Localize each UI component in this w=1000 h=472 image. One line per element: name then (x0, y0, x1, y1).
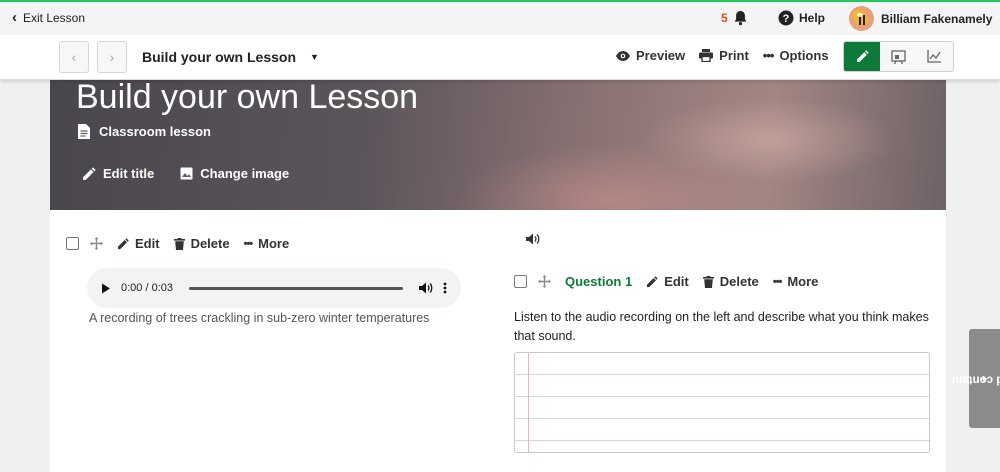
lesson-toolbar: ‹ › Build your own Lesson ▼ Preview Prin… (0, 35, 1000, 80)
ellipsis-icon: ••• (762, 48, 775, 63)
lesson-title: Build your own Lesson (142, 49, 297, 65)
audio-block-checkbox[interactable] (66, 237, 79, 250)
add-content-text: Add content (950, 372, 1000, 385)
present-icon (891, 49, 906, 64)
audio-player: 0:00 / 0:03 (87, 268, 461, 308)
lesson-title-dropdown[interactable]: Build your own Lesson ▼ (142, 49, 319, 65)
edit-title-label: Edit title (103, 166, 155, 181)
audio-more-button[interactable]: ••• More (244, 236, 290, 251)
notification-count-badge: 5 (721, 11, 728, 25)
print-label: Print (719, 48, 749, 63)
ellipsis-icon: ••• (243, 237, 254, 250)
question-delete-label: Delete (719, 274, 759, 289)
help-circle-icon: ? (778, 10, 794, 26)
help-label: Help (799, 11, 826, 25)
change-image-label: Change image (200, 166, 290, 181)
question-more-label: More (787, 274, 819, 289)
exit-lesson-link[interactable]: ‹ Exit Lesson (12, 9, 86, 26)
forward-button[interactable]: › (97, 41, 127, 73)
move-handle-icon[interactable] (538, 275, 551, 288)
audio-edit-label: Edit (135, 236, 160, 251)
printer-icon (699, 49, 714, 62)
audio-progress-bar[interactable] (189, 286, 403, 290)
move-handle-icon[interactable] (90, 237, 103, 250)
top-bar: ‹ Exit Lesson 5 ? Help Billiam Fakenamel… (0, 0, 1000, 35)
lesson-hero-banner: Build your own Lesson Classroom lesson E… (50, 80, 946, 210)
audio-edit-button[interactable]: Edit (117, 236, 160, 251)
add-content-tab[interactable]: + Add content (951, 329, 1000, 428)
question-block-checkbox[interactable] (514, 275, 527, 288)
chevron-right-icon: › (109, 49, 115, 65)
present-mode-button[interactable] (880, 42, 916, 71)
audio-block-actions: Edit Delete ••• More (66, 236, 289, 251)
exit-lesson-label: Exit Lesson (23, 11, 86, 25)
mode-switcher (843, 41, 954, 72)
image-icon (180, 167, 193, 180)
lesson-type: Classroom lesson (78, 124, 211, 139)
analytics-mode-button[interactable] (917, 42, 953, 71)
bee-icon (854, 12, 869, 25)
options-label: Options (779, 48, 829, 63)
options-button[interactable]: ••• Options (763, 48, 829, 63)
answer-input-area[interactable] (514, 352, 930, 453)
pencil-icon (117, 237, 129, 249)
kebab-menu-icon[interactable] (443, 282, 447, 294)
document-icon (78, 124, 90, 139)
trash-icon (702, 275, 714, 288)
audio-time-display: 0:00 / 0:03 (121, 282, 173, 294)
question-number-label: Question 1 (565, 274, 633, 289)
avatar (849, 6, 874, 31)
ellipsis-icon: ••• (772, 275, 783, 288)
question-delete-button[interactable]: Delete (702, 274, 759, 289)
add-content-label: + Add content (951, 373, 1000, 385)
audio-delete-label: Delete (190, 236, 230, 251)
user-menu[interactable]: Billiam Fakenamely (849, 6, 992, 31)
edit-title-button[interactable]: Edit title (82, 166, 154, 181)
pencil-icon (83, 166, 96, 180)
lesson-content: Edit Delete ••• More 0:00 / 0:03 A recor… (50, 210, 946, 472)
lesson-type-label: Classroom lesson (99, 124, 211, 139)
play-icon[interactable] (101, 283, 111, 294)
audio-caption: A recording of trees crackling in sub-ze… (89, 311, 430, 325)
edit-mode-button[interactable] (844, 42, 881, 71)
change-image-button[interactable]: Change image (180, 166, 289, 181)
bell-icon (734, 11, 747, 26)
question-text: Listen to the audio recording on the lef… (514, 310, 929, 343)
notifications-button[interactable]: 5 (721, 10, 748, 26)
question-more-button[interactable]: ••• More (773, 274, 819, 289)
caret-down-icon: ▼ (310, 52, 319, 62)
audio-delete-button[interactable]: Delete (173, 236, 230, 251)
svg-text:?: ? (783, 13, 790, 25)
chart-icon (927, 50, 942, 63)
preview-label: Preview (636, 48, 686, 63)
preview-button[interactable]: Preview (616, 48, 685, 63)
chevron-left-icon: ‹ (71, 49, 77, 65)
speaker-icon[interactable] (526, 233, 540, 245)
user-name: Billiam Fakenamely (881, 11, 993, 26)
trash-icon (173, 237, 185, 250)
chevron-left-icon: ‹ (12, 9, 17, 26)
question-edit-button[interactable]: Edit (646, 274, 689, 289)
pencil-icon (856, 50, 869, 62)
volume-icon[interactable] (419, 282, 433, 294)
pencil-icon (647, 275, 658, 287)
question-block-actions: Question 1 Edit Delete ••• More (514, 274, 818, 289)
back-button[interactable]: ‹ (59, 41, 89, 73)
hero-title: Build your own Lesson (76, 80, 419, 116)
question-edit-label: Edit (664, 274, 689, 289)
eye-icon (616, 50, 630, 61)
audio-more-label: More (258, 236, 290, 251)
help-button[interactable]: ? Help (778, 10, 825, 26)
print-button[interactable]: Print (699, 48, 749, 63)
